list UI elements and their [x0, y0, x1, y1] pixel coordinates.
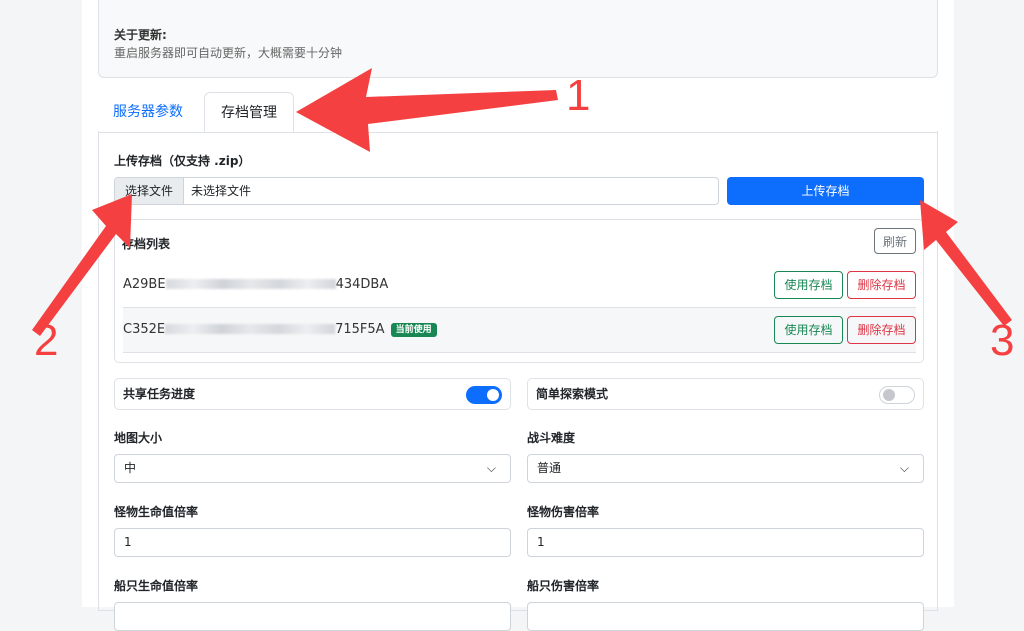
current-badge: 当前使用	[390, 322, 437, 337]
save-row: A29BE 434DBA 使用存档 删除存档	[123, 263, 916, 308]
toggle-knob	[487, 389, 499, 401]
ship-dmg-input[interactable]	[527, 602, 924, 631]
save-row: C352E 715F5A 当前使用 使用存档 删除存档	[123, 308, 916, 353]
chevron-down-icon: ⌵	[899, 461, 909, 475]
share-task-progress-switch: 共享任务进度	[114, 378, 511, 410]
difficulty-label: 战斗难度	[527, 431, 576, 445]
save-id-prefix: C352E	[123, 322, 166, 337]
save-id-prefix: A29BE	[123, 277, 166, 292]
tab-bar: 服务器参数 存档管理	[98, 92, 938, 133]
file-input-value: 未选择文件	[191, 184, 252, 198]
easy-explore-switch: 简单探索模式	[527, 378, 924, 410]
save-id: C352E 715F5A 当前使用	[123, 308, 437, 352]
main-card: 关于更新: 重启服务器即可自动更新，大概需要十分钟 服务器参数 存档管理 上传存…	[82, 0, 954, 631]
ship-hp-label: 船只生命值倍率	[114, 579, 199, 593]
upload-save-button[interactable]: 上传存档	[727, 177, 924, 205]
tab-save-management[interactable]: 存档管理	[204, 92, 294, 132]
difficulty-value: 普通	[537, 461, 562, 475]
annotation-label-3: 3	[990, 316, 1014, 365]
map-size-value: 中	[124, 461, 137, 475]
map-size-label: 地图大小	[114, 431, 163, 445]
ship-dmg-label: 船只伤害倍率	[527, 579, 600, 593]
chevron-down-icon: ⌵	[486, 461, 496, 475]
switch-label: 简单探索模式	[536, 387, 609, 401]
delete-save-button[interactable]: 删除存档	[847, 316, 916, 344]
save-id-suffix: 434DBA	[335, 277, 389, 292]
monster-dmg-label: 怪物伤害倍率	[527, 505, 600, 519]
difficulty-select[interactable]: 普通 ⌵	[527, 454, 924, 483]
toggle-knob	[883, 389, 895, 401]
use-save-button[interactable]: 使用存档	[774, 316, 843, 344]
save-list: 存档列表 刷新 A29BE 434DBA 使用存档 删除存档 C352E 715F5…	[114, 219, 924, 363]
notice-description: 重启服务器即可自动更新，大概需要十分钟	[114, 46, 343, 60]
save-id-suffix: 715F5A	[335, 322, 385, 337]
update-notice: 关于更新: 重启服务器即可自动更新，大概需要十分钟	[98, 0, 938, 78]
notice-title: 关于更新:	[114, 28, 167, 42]
annotation-label-2: 2	[34, 316, 58, 365]
delete-save-button[interactable]: 删除存档	[847, 271, 916, 299]
redacted-blur	[165, 279, 336, 289]
choose-file-button[interactable]: 选择文件	[115, 178, 184, 204]
monster-dmg-input[interactable]: 1	[527, 528, 924, 557]
file-input[interactable]: 选择文件 未选择文件	[114, 177, 719, 205]
refresh-button[interactable]: 刷新	[874, 228, 916, 254]
monster-hp-input[interactable]: 1	[114, 528, 511, 557]
use-save-button[interactable]: 使用存档	[774, 271, 843, 299]
save-list-title: 存档列表	[122, 237, 171, 251]
toggle-switch[interactable]	[466, 386, 502, 404]
tab-panel: 上传存档（仅支持 .zip） 选择文件 未选择文件 上传存档 存档列表 刷新 A…	[98, 131, 938, 631]
switch-label: 共享任务进度	[123, 387, 196, 401]
save-id: A29BE 434DBA	[123, 263, 388, 307]
monster-hp-label: 怪物生命值倍率	[114, 505, 199, 519]
ship-hp-input[interactable]	[114, 602, 511, 631]
tab-server-params[interactable]: 服务器参数	[98, 92, 198, 132]
upload-label: 上传存档（仅支持 .zip）	[114, 154, 251, 168]
redacted-blur	[165, 324, 336, 334]
map-size-select[interactable]: 中 ⌵	[114, 454, 511, 483]
toggle-switch[interactable]	[879, 386, 915, 404]
